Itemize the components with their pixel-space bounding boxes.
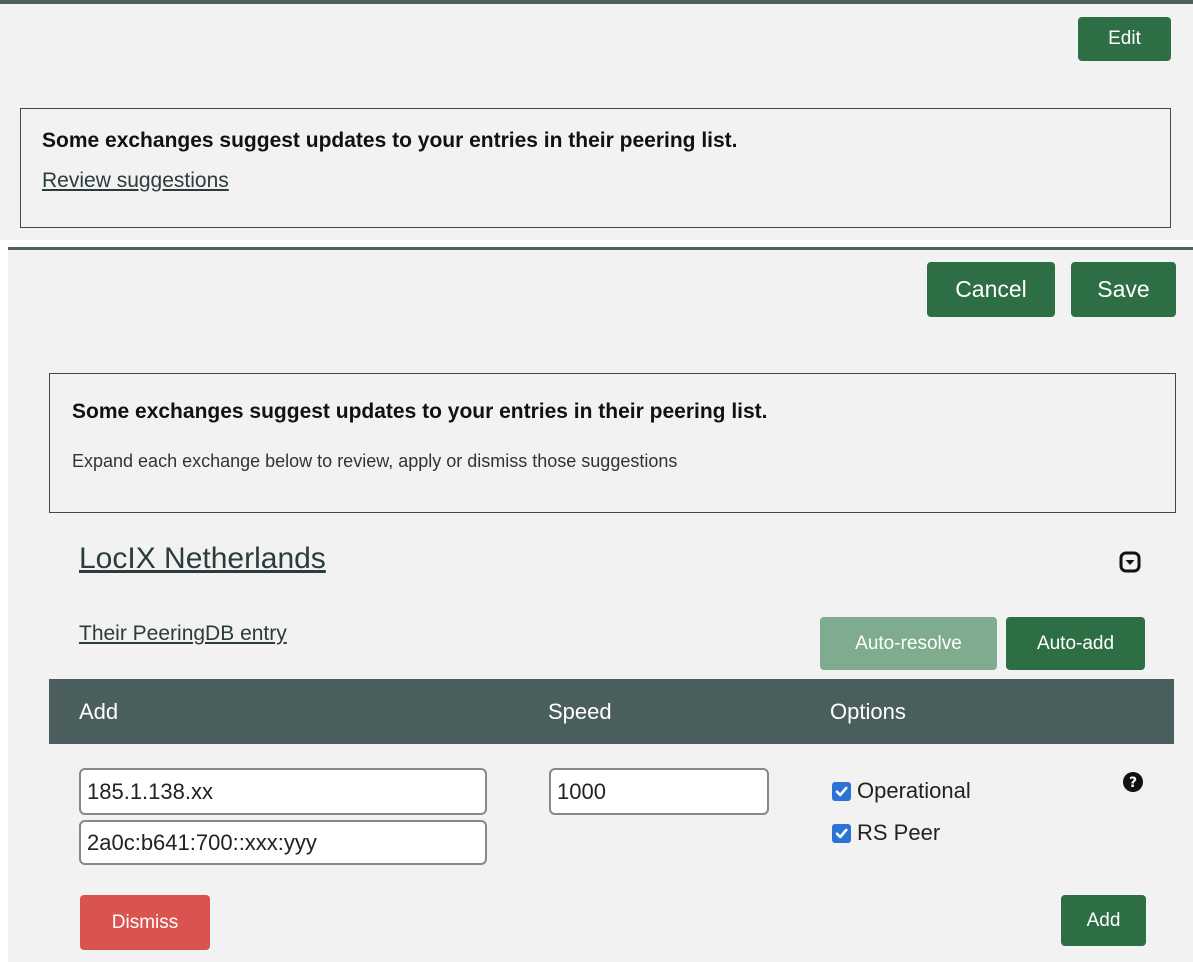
checkbox-checked-icon[interactable] (832, 823, 851, 843)
view-panel: Edit Some exchanges suggest updates to y… (0, 0, 1193, 240)
suggestions-notice-edit: Some exchanges suggest updates to your e… (49, 373, 1176, 513)
notice-subtitle: Expand each exchange below to review, ap… (72, 451, 678, 471)
column-header-options: Options (830, 699, 906, 724)
review-suggestions-link[interactable]: Review suggestions (42, 169, 229, 193)
collapse-toggle-icon[interactable] (1119, 551, 1141, 573)
operational-checkbox[interactable]: Operational (832, 778, 971, 804)
speed-input[interactable] (549, 768, 769, 815)
column-header-add: Add (79, 699, 119, 724)
help-icon[interactable]: ? (1122, 771, 1144, 793)
notice-title: Some exchanges suggest updates to your e… (42, 129, 738, 152)
ipv6-address-input[interactable] (79, 820, 487, 865)
checkbox-checked-icon[interactable] (832, 781, 851, 801)
ipv4-address-input[interactable] (79, 768, 487, 815)
cancel-button[interactable]: Cancel (927, 262, 1055, 317)
peeringdb-entry-link[interactable]: Their PeeringDB entry (79, 622, 287, 646)
edit-button[interactable]: Edit (1078, 17, 1171, 61)
rs-peer-checkbox[interactable]: RS Peer (832, 820, 940, 846)
auto-add-button[interactable]: Auto-add (1006, 617, 1145, 670)
suggestions-notice: Some exchanges suggest updates to your e… (20, 108, 1171, 228)
dismiss-button[interactable]: Dismiss (80, 895, 210, 950)
rs-peer-label: RS Peer (857, 820, 941, 845)
save-button[interactable]: Save (1071, 262, 1176, 317)
svg-text:?: ? (1129, 775, 1137, 791)
auto-resolve-button[interactable]: Auto-resolve (820, 617, 997, 670)
notice-title-edit: Some exchanges suggest updates to your e… (72, 400, 768, 423)
exchange-name-link[interactable]: LocIX Netherlands (79, 542, 326, 576)
column-header-speed: Speed (548, 699, 612, 724)
add-button[interactable]: Add (1061, 895, 1146, 946)
table-header: Add Speed Options (49, 679, 1174, 744)
operational-label: Operational (857, 778, 971, 803)
